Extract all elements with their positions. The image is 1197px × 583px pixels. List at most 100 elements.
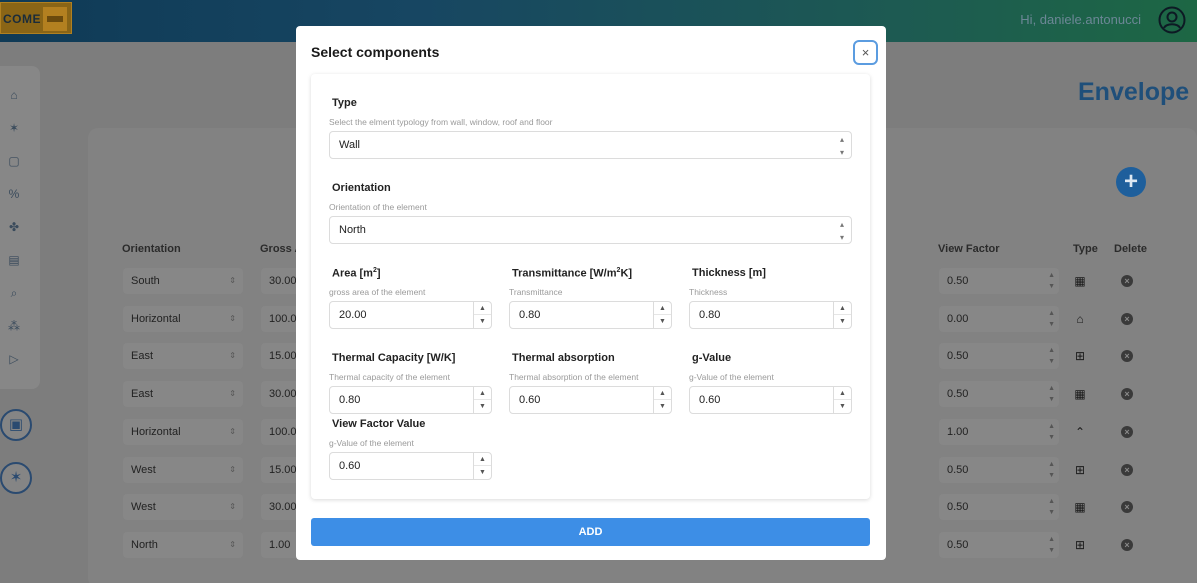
thermal-absorption-input[interactable]: 0.60 ▲ ▼ — [509, 386, 672, 414]
thickness-stepper[interactable]: ▲ ▼ — [833, 302, 851, 328]
row-gross-area[interactable]: 30.00 — [261, 494, 301, 520]
row-view-factor-input[interactable]: 0.50 ▲ ▼ — [939, 457, 1059, 483]
col-header-type: Type — [1073, 243, 1098, 255]
stepper-icon[interactable]: ▲ ▼ — [1048, 306, 1055, 330]
window-grid-icon: ⊞ — [1074, 349, 1086, 363]
row-gross-area[interactable]: 100.0 — [261, 306, 301, 332]
percent-icon[interactable]: % — [7, 187, 21, 201]
spin-up-icon[interactable]: ▲ — [654, 302, 671, 315]
spin-down-icon[interactable]: ▼ — [654, 400, 671, 413]
floor-icon: ⌂ — [1076, 312, 1084, 326]
thermal-capacity-stepper[interactable]: ▲ ▼ — [473, 387, 491, 413]
search-icon[interactable]: ⌕ — [7, 286, 21, 300]
g-value-stepper[interactable]: ▲ ▼ — [833, 387, 851, 413]
spin-up-icon[interactable]: ▲ — [474, 302, 491, 315]
stepper-icon[interactable]: ▲ ▼ — [1048, 381, 1055, 405]
spin-up-icon[interactable]: ▲ — [474, 387, 491, 400]
row-gross-area[interactable]: 100.0 — [261, 419, 301, 445]
play-icon[interactable]: ▷ — [7, 352, 21, 366]
stepper-icon[interactable]: ▲ ▼ — [1048, 268, 1055, 292]
chevron-updown-icon: ⇕ — [229, 351, 236, 360]
area-stepper[interactable]: ▲ ▼ — [473, 302, 491, 328]
row-orientation-select[interactable]: Horizontal ⇕ — [123, 306, 243, 332]
delete-row-icon[interactable]: × — [1121, 426, 1133, 438]
transmittance-input[interactable]: 0.80 ▲ ▼ — [509, 301, 672, 329]
delete-row-icon[interactable]: × — [1121, 350, 1133, 362]
row-view-factor-input[interactable]: 0.50 ▲ ▼ — [939, 343, 1059, 369]
spin-up-icon[interactable]: ▲ — [474, 453, 491, 466]
delete-row-icon[interactable]: × — [1121, 501, 1133, 513]
row-view-factor-input[interactable]: 0.00 ▲ ▼ — [939, 306, 1059, 332]
spin-down-icon[interactable]: ▼ — [474, 466, 491, 479]
chevron-updown-icon: ⇕ — [229, 276, 236, 285]
thickness-input[interactable]: 0.80 ▲ ▼ — [689, 301, 852, 329]
row-view-factor-input[interactable]: 0.50 ▲ ▼ — [939, 532, 1059, 558]
spin-down-icon[interactable]: ▼ — [654, 315, 671, 328]
view-factor-stepper[interactable]: ▲ ▼ — [473, 453, 491, 479]
spin-up-icon[interactable]: ▲ — [834, 387, 851, 400]
compass-icon[interactable]: ✶ — [7, 121, 21, 135]
spin-up-icon[interactable]: ▲ — [834, 302, 851, 315]
view-factor-input[interactable]: 0.60 ▲ ▼ — [329, 452, 492, 480]
add-button[interactable]: ADD — [311, 518, 870, 546]
chevron-updown-icon: ⇕ — [229, 389, 236, 398]
user-avatar-icon[interactable] — [1158, 6, 1186, 34]
stepper-icon[interactable]: ▲ ▼ — [1048, 419, 1055, 443]
building-icon[interactable]: ▤ — [7, 253, 21, 267]
g-value-input[interactable]: 0.60 ▲ ▼ — [689, 386, 852, 414]
area-input[interactable]: 20.00 ▲ ▼ — [329, 301, 492, 329]
component-icon[interactable]: ✤ — [7, 220, 21, 234]
stepper-icon[interactable]: ▲ ▼ — [1048, 494, 1055, 518]
row-orientation-select[interactable]: East ⇕ — [123, 381, 243, 407]
compass-round-button[interactable]: ✶ — [0, 462, 32, 494]
row-gross-area[interactable]: 30.00 — [261, 268, 301, 294]
orientation-select[interactable]: North ▴ ▾ — [329, 216, 852, 244]
window-grid-icon: ⊞ — [1074, 463, 1086, 477]
row-orientation-select[interactable]: West ⇕ — [123, 494, 243, 520]
row-orientation-select[interactable]: Horizontal ⇕ — [123, 419, 243, 445]
row-view-factor-input[interactable]: 0.50 ▲ ▼ — [939, 268, 1059, 294]
save-floppy-button[interactable]: ▣ — [0, 409, 32, 441]
thermal-absorption-stepper[interactable]: ▲ ▼ — [653, 387, 671, 413]
delete-row-icon[interactable]: × — [1121, 464, 1133, 476]
row-view-factor-input[interactable]: 1.00 ▲ ▼ — [939, 419, 1059, 445]
delete-row-icon[interactable]: × — [1121, 313, 1133, 325]
spin-down-icon[interactable]: ▼ — [474, 400, 491, 413]
spin-down-icon[interactable]: ▼ — [834, 400, 851, 413]
row-view-factor-input[interactable]: 0.50 ▲ ▼ — [939, 381, 1059, 407]
row-orientation-select[interactable]: West ⇕ — [123, 457, 243, 483]
row-orientation-select[interactable]: East ⇕ — [123, 343, 243, 369]
row-gross-area-value: 100.0 — [269, 426, 297, 438]
people-icon[interactable]: ⁂ — [7, 319, 21, 333]
panel-icon[interactable]: ▢ — [7, 154, 21, 168]
stepper-icon[interactable]: ▲ ▼ — [1048, 457, 1055, 481]
row-orientation-select[interactable]: South ⇕ — [123, 268, 243, 294]
window-grid-icon: ⊞ — [1074, 538, 1086, 552]
stepper-icon[interactable]: ▲ ▼ — [1048, 343, 1055, 367]
app-logo[interactable]: COME — [0, 2, 72, 34]
stepper-icon[interactable]: ▲ ▼ — [1048, 532, 1055, 556]
row-gross-area[interactable]: 15.00 — [261, 343, 301, 369]
spin-down-icon[interactable]: ▼ — [474, 315, 491, 328]
select-components-dialog: Select components × Type Select the elme… — [296, 26, 886, 560]
thermal-capacity-input[interactable]: 0.80 ▲ ▼ — [329, 386, 492, 414]
delete-row-icon[interactable]: × — [1121, 539, 1133, 551]
spin-up-icon[interactable]: ▲ — [654, 387, 671, 400]
home-icon[interactable]: ⌂ — [7, 88, 21, 102]
transmittance-stepper[interactable]: ▲ ▼ — [653, 302, 671, 328]
chevron-updown-icon: ⇕ — [229, 314, 236, 323]
type-select[interactable]: Wall ▴ ▾ — [329, 131, 852, 159]
delete-row-icon[interactable]: × — [1121, 275, 1133, 287]
logo-text: COME — [3, 12, 41, 26]
add-element-button[interactable]: + — [1116, 167, 1146, 197]
type-select-value: Wall — [339, 139, 360, 151]
row-gross-area[interactable]: 1.00 — [261, 532, 301, 558]
row-view-factor-input[interactable]: 0.50 ▲ ▼ — [939, 494, 1059, 520]
spin-down-icon[interactable]: ▼ — [834, 315, 851, 328]
row-orientation-select[interactable]: North ⇕ — [123, 532, 243, 558]
close-button[interactable]: × — [853, 40, 878, 65]
row-view-factor-value: 0.50 — [947, 350, 969, 362]
delete-row-icon[interactable]: × — [1121, 388, 1133, 400]
row-gross-area[interactable]: 15.00 — [261, 457, 301, 483]
row-gross-area[interactable]: 30.00 — [261, 381, 301, 407]
